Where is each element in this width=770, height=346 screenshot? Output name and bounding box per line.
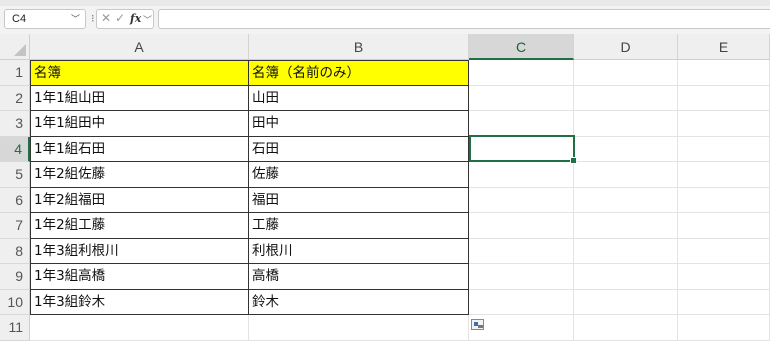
cell-a[interactable]: 1年2組福田 — [30, 187, 249, 213]
formula-bar-separator: ⁝ — [91, 12, 95, 25]
cell-c[interactable] — [469, 60, 574, 86]
cell-a[interactable]: 1年2組工藤 — [30, 213, 249, 239]
cell-d[interactable] — [574, 289, 678, 315]
cell-e[interactable] — [678, 264, 770, 290]
cell-b[interactable]: 名簿（名前のみ） — [249, 60, 469, 86]
row-header[interactable]: 10 — [0, 289, 30, 315]
insert-function-icon[interactable]: fx — [130, 12, 141, 25]
cell-a[interactable]: 1年1組山田 — [30, 85, 249, 111]
cell-c[interactable] — [469, 289, 574, 315]
row-header[interactable]: 11 — [0, 315, 30, 341]
row-header[interactable]: 6 — [0, 187, 30, 213]
cell-b[interactable]: 福田 — [249, 187, 469, 213]
cell-c[interactable] — [469, 213, 574, 239]
row-header[interactable]: 1 — [0, 60, 30, 86]
column-header-e[interactable]: E — [678, 34, 770, 60]
cell-a[interactable]: 名簿 — [30, 60, 249, 86]
formula-buttons: ✕ ✓ fx ﹀ — [96, 9, 154, 29]
cell-b[interactable]: 佐藤 — [249, 162, 469, 188]
cell-a[interactable] — [30, 315, 249, 341]
name-box[interactable]: C4 ﹀ — [4, 9, 86, 29]
cell-e[interactable] — [678, 238, 770, 264]
column-header-d[interactable]: D — [574, 34, 678, 60]
cell-c[interactable] — [469, 187, 574, 213]
paste-options-icon[interactable] — [471, 319, 484, 330]
formula-input[interactable] — [158, 9, 770, 29]
chevron-down-icon[interactable]: ﹀ — [71, 10, 80, 28]
column-header-c[interactable]: C — [469, 34, 574, 60]
cell-c[interactable] — [469, 238, 574, 264]
cell-e[interactable] — [678, 111, 770, 137]
column-header-a[interactable]: A — [30, 34, 249, 60]
cell-e[interactable] — [678, 289, 770, 315]
cell-d[interactable] — [574, 85, 678, 111]
row-header[interactable]: 5 — [0, 162, 30, 188]
cell-d[interactable] — [574, 264, 678, 290]
cell-e[interactable] — [678, 162, 770, 188]
cell-a[interactable]: 1年3組鈴木 — [30, 289, 249, 315]
cell-e[interactable] — [678, 315, 770, 341]
row-header[interactable]: 4 — [0, 136, 30, 162]
cell-b[interactable]: 高橋 — [249, 264, 469, 290]
chevron-down-icon[interactable]: ﹀ — [143, 13, 152, 26]
row-header[interactable]: 3 — [0, 111, 30, 137]
cell-b[interactable] — [249, 315, 469, 341]
cell-a[interactable]: 1年3組高橋 — [30, 264, 249, 290]
cancel-icon[interactable]: ✕ — [101, 11, 111, 25]
row-header[interactable]: 9 — [0, 264, 30, 290]
cell-c[interactable] — [469, 315, 574, 341]
select-all-button[interactable] — [0, 34, 30, 60]
cell-d[interactable] — [574, 111, 678, 137]
row-header[interactable]: 7 — [0, 213, 30, 239]
cell-a[interactable]: 1年1組田中 — [30, 111, 249, 137]
formula-bar: C4 ﹀ ⁝ ✕ ✓ fx ﹀ — [0, 6, 770, 34]
cell-e[interactable] — [678, 187, 770, 213]
cell-b[interactable]: 田中 — [249, 111, 469, 137]
cell-a[interactable]: 1年3組利根川 — [30, 238, 249, 264]
cell-c[interactable] — [469, 85, 574, 111]
cell-c[interactable] — [469, 162, 574, 188]
cell-e[interactable] — [678, 136, 770, 162]
cell-b[interactable]: 利根川 — [249, 238, 469, 264]
cell-b[interactable]: 工藤 — [249, 213, 469, 239]
fill-handle[interactable] — [570, 157, 577, 164]
row-header[interactable]: 8 — [0, 238, 30, 264]
spreadsheet-grid: A B C D E 1 名簿 名簿（名前のみ） 2 1年1組山田 山田 3 1年1組田中 田中 4… — [0, 34, 770, 346]
cell-d[interactable] — [574, 136, 678, 162]
cell-d[interactable] — [574, 315, 678, 341]
cell-e[interactable] — [678, 60, 770, 86]
cell-d[interactable] — [574, 162, 678, 188]
cell-c[interactable] — [469, 264, 574, 290]
cell-a[interactable]: 1年2組佐藤 — [30, 162, 249, 188]
name-box-value: C4 — [12, 13, 27, 25]
cell-d[interactable] — [574, 213, 678, 239]
cell-e[interactable] — [678, 213, 770, 239]
cell-b[interactable]: 山田 — [249, 85, 469, 111]
cell-a[interactable]: 1年1組石田 — [30, 136, 249, 162]
column-header-b[interactable]: B — [249, 34, 469, 60]
cell-d[interactable] — [574, 238, 678, 264]
cell-d[interactable] — [574, 187, 678, 213]
cell-d[interactable] — [574, 60, 678, 86]
row-header[interactable]: 2 — [0, 85, 30, 111]
active-cell-c4[interactable] — [469, 135, 577, 164]
enter-icon[interactable]: ✓ — [115, 11, 125, 25]
cell-b[interactable]: 石田 — [249, 136, 469, 162]
cell-e[interactable] — [678, 85, 770, 111]
cell-c[interactable] — [469, 111, 574, 137]
cell-b[interactable]: 鈴木 — [249, 289, 469, 315]
